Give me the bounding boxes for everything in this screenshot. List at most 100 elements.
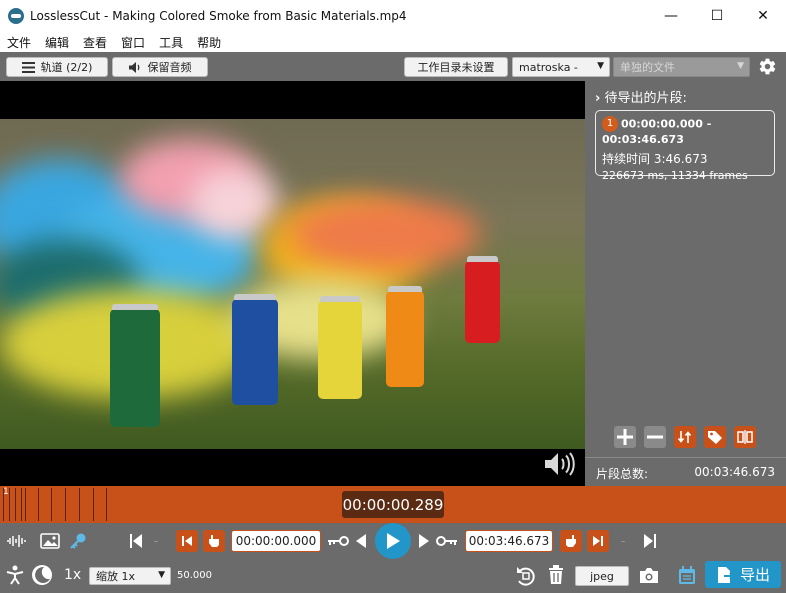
- jump-to-cut-end-button[interactable]: [587, 530, 609, 552]
- set-cut-start-button[interactable]: [203, 530, 225, 552]
- timeline-segment-label: 1: [3, 487, 9, 497]
- cut-end-time-input[interactable]: 00:03:46.673: [465, 530, 553, 552]
- segments-header[interactable]: › 待导出的片段:: [595, 87, 687, 106]
- title-bar: LosslessCut - Making Colored Smoke from …: [0, 0, 786, 32]
- hand-pointer-icon: [566, 535, 576, 547]
- remove-segment-button[interactable]: [644, 426, 666, 448]
- dash-separator: -: [621, 534, 626, 548]
- can-fanta-blue: [232, 294, 278, 405]
- skip-back-icon: [182, 536, 192, 546]
- segments-panel: › 待导出的片段: 1 00:00:00.000 - 00:03:46.673 持…: [585, 81, 786, 486]
- segment-number: 1: [602, 116, 618, 132]
- zoom-select[interactable]: 缩放 1x ▼: [89, 567, 171, 585]
- play-button[interactable]: [375, 523, 411, 559]
- jump-to-cut-start-button[interactable]: [176, 530, 198, 552]
- key-frame-right-icon[interactable]: [436, 535, 458, 547]
- export-label: 导出: [739, 566, 770, 584]
- keyframe-marks: [3, 488, 113, 521]
- next-frame-icon[interactable]: [418, 533, 430, 549]
- output-mode-select[interactable]: 单独的文件 ▼: [613, 57, 750, 77]
- video-frame: [0, 119, 585, 449]
- tag-icon: [708, 431, 722, 444]
- minimize-button[interactable]: —: [648, 0, 694, 32]
- current-time-display: 00:00:00.289: [342, 491, 444, 518]
- label-segment-button[interactable]: [704, 426, 726, 448]
- calendar-icon[interactable]: [678, 566, 696, 585]
- settings-gear-icon[interactable]: [758, 57, 777, 76]
- keep-audio-button[interactable]: 保留音频: [112, 57, 208, 77]
- can-coca-cola: [465, 256, 500, 343]
- waveform-icon[interactable]: [6, 534, 28, 548]
- add-segment-button[interactable]: [614, 426, 636, 448]
- jump-to-start-icon[interactable]: [129, 533, 143, 549]
- bottom-controls: - 00:00:00.000 00:03:46.673 - 1x 缩放 1x ▼: [0, 523, 786, 593]
- close-button[interactable]: ✕: [740, 0, 786, 32]
- segment-range: 00:00:00.000 - 00:03:46.673: [602, 117, 712, 147]
- zoom-input[interactable]: 50.000: [177, 570, 212, 581]
- jump-to-end-icon[interactable]: [643, 533, 657, 549]
- tracks-button[interactable]: 轨道 (2/2): [6, 57, 108, 77]
- can-sprite: [110, 304, 160, 427]
- segments-header-label: 待导出的片段:: [604, 91, 687, 106]
- segment-card[interactable]: 1 00:00:00.000 - 00:03:46.673 持续时间 3:46.6…: [595, 110, 775, 182]
- top-toolbar: 轨道 (2/2) 保留音频 工作目录未设置 matroska - ▼ 单独的文件…: [0, 52, 786, 81]
- caret-down-icon: ▼: [737, 61, 744, 71]
- menu-file[interactable]: 文件: [0, 34, 38, 51]
- cut-start-time-input[interactable]: 00:00:00.000: [231, 530, 321, 552]
- export-icon: [717, 566, 734, 583]
- sort-segments-button[interactable]: [674, 426, 696, 448]
- format-select[interactable]: matroska - ▼: [512, 57, 610, 77]
- format-value: matroska -: [519, 60, 578, 74]
- speaker-icon: [128, 61, 139, 73]
- menu-edit[interactable]: 编辑: [38, 34, 76, 51]
- camera-icon[interactable]: [639, 567, 659, 584]
- previous-frame-icon[interactable]: [355, 533, 367, 549]
- video-player[interactable]: [0, 81, 585, 486]
- accessibility-icon[interactable]: [6, 565, 24, 585]
- segment-duration: 持续时间 3:46.673: [602, 152, 708, 166]
- capture-format-select[interactable]: jpeg: [575, 566, 629, 586]
- window-title: LosslessCut - Making Colored Smoke from …: [30, 9, 407, 23]
- hand-pointer-icon: [209, 535, 219, 547]
- menu-window[interactable]: 窗口: [114, 34, 152, 51]
- app-logo-icon: [8, 8, 24, 24]
- minus-icon: [647, 435, 663, 439]
- thumbnails-icon[interactable]: [40, 533, 60, 549]
- chevron-right-icon: ›: [595, 91, 601, 106]
- output-mode-value: 单独的文件: [620, 61, 675, 74]
- maximize-button[interactable]: ☐: [694, 0, 740, 32]
- segment-detail: 226673 ms, 11334 frames: [602, 169, 748, 182]
- set-cut-end-button[interactable]: [560, 530, 582, 552]
- menu-tools[interactable]: 工具: [152, 34, 190, 51]
- playback-rate[interactable]: 1x: [64, 567, 81, 583]
- sort-icon: [677, 431, 692, 443]
- caret-down-icon: ▼: [597, 61, 604, 71]
- segments-total-label: 片段总数:: [596, 467, 649, 481]
- menu-bar: 文件 编辑 查看 窗口 工具 帮助: [0, 32, 786, 52]
- key-icon[interactable]: [69, 532, 87, 550]
- segments-total-value: 00:03:46.673: [694, 465, 775, 479]
- capture-format-value: jpeg: [590, 569, 614, 583]
- trash-icon[interactable]: [548, 565, 564, 585]
- split-segment-button[interactable]: [734, 426, 756, 448]
- workdir-button[interactable]: 工作目录未设置: [404, 57, 508, 77]
- workdir-label: 工作目录未设置: [417, 61, 495, 74]
- theme-moon-icon[interactable]: [31, 564, 53, 586]
- tracks-label: 轨道 (2/2): [40, 61, 93, 74]
- rotate-icon[interactable]: [515, 565, 537, 587]
- skip-forward-icon: [593, 536, 603, 546]
- key-frame-left-icon[interactable]: [327, 535, 349, 547]
- export-button[interactable]: 导出: [705, 561, 781, 588]
- timeline[interactable]: 1 00:00:00.289: [0, 486, 786, 523]
- can-fanta-orange: [386, 286, 424, 387]
- segment-tools: [614, 426, 756, 448]
- list-icon: [21, 61, 35, 73]
- segments-total: 片段总数: 00:03:46.673: [585, 457, 786, 486]
- split-icon: [737, 430, 753, 444]
- menu-view[interactable]: 查看: [76, 34, 114, 51]
- menu-help[interactable]: 帮助: [190, 34, 228, 51]
- play-icon: [387, 533, 400, 549]
- keep-audio-label: 保留音频: [147, 61, 192, 74]
- volume-icon[interactable]: [545, 452, 577, 476]
- can-fanta-yellow: [318, 296, 362, 399]
